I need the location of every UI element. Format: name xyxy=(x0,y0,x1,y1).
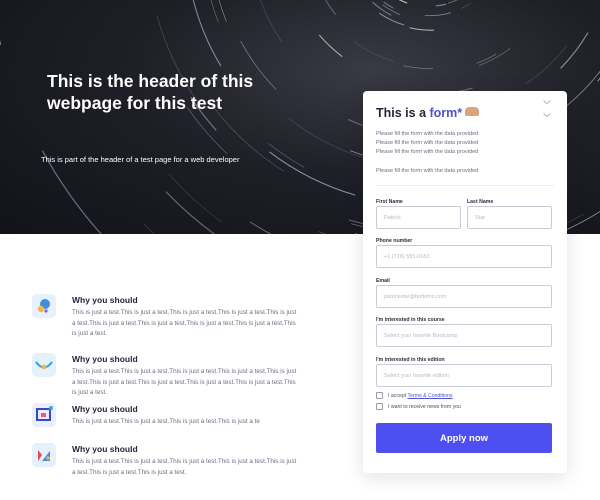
phone-input[interactable] xyxy=(376,245,552,268)
newsletter-checkbox[interactable] xyxy=(376,403,383,410)
phone-label: Phone number xyxy=(376,238,413,244)
star-trail xyxy=(460,2,472,9)
feature-text: This is just a test.This is just a test.… xyxy=(72,309,297,337)
star-trail xyxy=(143,224,155,234)
edition-select[interactable] xyxy=(376,364,552,387)
star-trail xyxy=(435,3,447,7)
feature-title: Why you should xyxy=(72,295,138,305)
star-trail xyxy=(382,4,401,15)
form-info-text: Please fill the form with the data provi… xyxy=(376,168,479,174)
form-info-text: Please fill the form with the data provi… xyxy=(376,140,479,146)
divider xyxy=(376,185,554,186)
chevron-down-icon[interactable] xyxy=(543,100,551,104)
star-trail xyxy=(210,0,219,23)
star-trail xyxy=(398,0,408,4)
course-select[interactable] xyxy=(376,324,552,347)
hero-subtitle: This is part of the header of a test pag… xyxy=(41,155,240,164)
terms-prefix: I accept xyxy=(388,393,408,399)
arch-icon xyxy=(32,353,56,377)
star-trail xyxy=(409,27,435,31)
chart-card-icon xyxy=(32,443,56,467)
monitor-icon xyxy=(32,403,56,427)
feature-text: This is just a test.This is just a test.… xyxy=(72,458,297,476)
star-trail xyxy=(353,41,394,62)
apply-now-button[interactable]: Apply now xyxy=(376,423,552,453)
edition-label: I'm interested in this edition xyxy=(376,357,445,363)
first-name-input[interactable] xyxy=(376,206,461,229)
star-trail xyxy=(476,53,497,64)
course-label: I'm interested in this course xyxy=(376,317,445,323)
star-trail xyxy=(565,70,600,107)
hero-title: This is the header of this webpage for t… xyxy=(47,71,254,113)
star-trail xyxy=(218,0,227,22)
feature-title: Why you should xyxy=(72,404,138,414)
form-title-accent: form* xyxy=(429,106,463,120)
terms-checkbox[interactable] xyxy=(376,392,383,399)
form-title: This is a form* xyxy=(376,106,480,120)
form-info-text: Please fill the form with the data provi… xyxy=(376,149,479,155)
star-trail xyxy=(186,107,228,155)
star-trail xyxy=(168,173,223,223)
star-trail xyxy=(560,32,589,69)
star-trail xyxy=(249,221,272,234)
feature-title: Why you should xyxy=(72,444,138,454)
star-trail xyxy=(403,65,434,69)
star-trail xyxy=(269,151,356,196)
star-trail xyxy=(260,0,283,43)
form-title-prefix: This is a xyxy=(376,106,430,120)
terms-link[interactable]: Terms & Conditions xyxy=(408,393,453,399)
star-trail xyxy=(378,12,405,26)
last-name-label: Last Name xyxy=(467,199,494,205)
star-trail xyxy=(478,48,511,66)
feature-text: This is just a test.This is just a test.… xyxy=(72,418,260,425)
star-trail xyxy=(0,39,2,45)
star-trail xyxy=(424,12,452,17)
first-name-label: First Name xyxy=(376,199,403,205)
star-trail xyxy=(383,1,394,9)
signup-form-card: This is a form* Please fill the form wit… xyxy=(363,91,567,473)
star-trail xyxy=(192,0,222,67)
email-label: Email xyxy=(376,278,390,284)
star-trail xyxy=(324,0,337,15)
form-info-text: Please fill the form with the data provi… xyxy=(376,131,479,137)
newsletter-label: I want to receive news from you xyxy=(388,404,461,410)
star-trail xyxy=(165,191,216,234)
last-name-input[interactable] xyxy=(467,206,552,229)
page: This is the header of this webpage for t… xyxy=(0,0,600,500)
star-trail xyxy=(318,34,343,57)
raised-hands-icon xyxy=(465,107,480,116)
chevron-down-icon[interactable] xyxy=(543,113,551,117)
feature-title: Why you should xyxy=(72,354,138,364)
star-trail xyxy=(525,45,567,85)
feature-text: This is just a test.This is just a test.… xyxy=(72,368,297,396)
terms-label: I accept Terms & Conditions xyxy=(388,393,453,399)
star-trail xyxy=(448,0,458,4)
email-input[interactable] xyxy=(376,285,552,308)
search-bubble-icon xyxy=(32,294,56,318)
